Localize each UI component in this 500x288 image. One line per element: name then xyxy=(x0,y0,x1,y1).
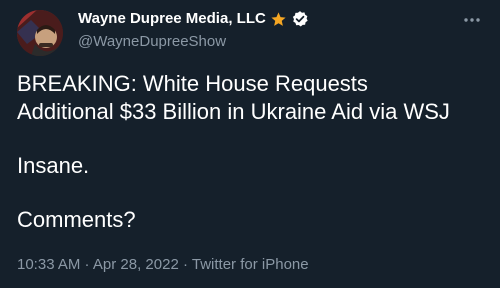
avatar[interactable] xyxy=(17,10,63,56)
tweet-meta: 10:33 AM · Apr 28, 2022 · Twitter for iP… xyxy=(17,256,309,274)
tweet-line-4: Comments? xyxy=(17,207,136,232)
author-name-row[interactable]: Wayne Dupree Media, LLC xyxy=(78,10,309,28)
tweet-text: BREAKING: White House Requests Additiona… xyxy=(17,70,487,234)
tweet-line-1: BREAKING: White House Requests xyxy=(17,71,368,96)
more-options-icon[interactable] xyxy=(462,16,482,24)
star-icon xyxy=(271,11,286,26)
avatar-image xyxy=(17,10,63,56)
meta-separator: · xyxy=(178,256,192,273)
tweet-line-3: Insane. xyxy=(17,153,90,178)
author-handle[interactable]: @WayneDupreeShow xyxy=(78,33,226,51)
verified-icon xyxy=(292,11,308,27)
meta-separator: · xyxy=(80,256,93,273)
tweet-line-2: Additional $33 Billion in Ukraine Aid vi… xyxy=(17,99,450,124)
tweet-time[interactable]: 10:33 AM xyxy=(17,256,80,273)
tweet-card: Wayne Dupree Media, LLC @WayneDupreeShow… xyxy=(0,0,500,288)
tweet-source[interactable]: Twitter for iPhone xyxy=(192,256,309,273)
tweet-date[interactable]: Apr 28, 2022 xyxy=(93,256,179,273)
author-display-name[interactable]: Wayne Dupree Media, LLC xyxy=(78,10,266,28)
